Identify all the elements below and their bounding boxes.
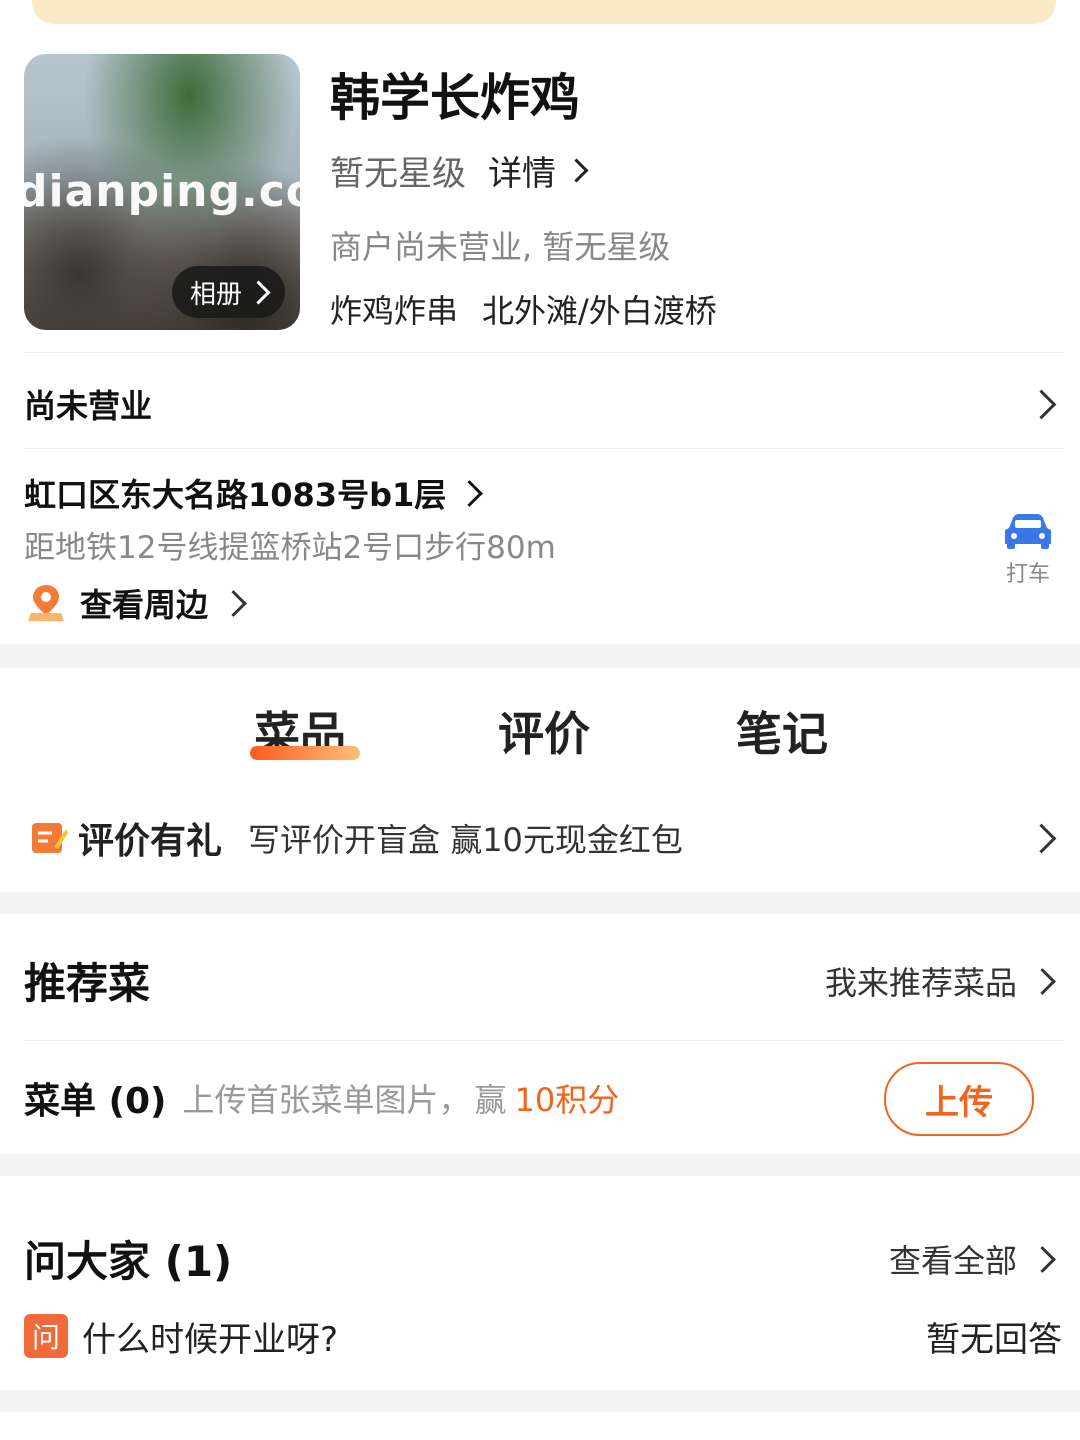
tab-reviews[interactable]: 评价 [498, 698, 590, 764]
hours-label: 尚未营业 [24, 387, 153, 425]
qa-title: 问大家 (1) [24, 1237, 233, 1286]
rating-row: 暂无星级 详情 [330, 146, 589, 195]
promo-text: 写评价开盲盒 赢10元现金红包 [248, 821, 683, 859]
recommended-title: 推荐菜 [24, 959, 151, 1008]
nearby-link[interactable]: 查看周边 [28, 580, 247, 626]
divider [24, 352, 1064, 353]
nearby-label: 查看周边 [80, 586, 209, 624]
detail-label: 详情 [488, 154, 556, 194]
hours-row[interactable]: 尚未营业 [24, 360, 1064, 448]
category-tag[interactable]: 炸鸡炸串 [330, 286, 458, 332]
section-gap [0, 1390, 1080, 1412]
chevron-right-icon [564, 158, 589, 183]
divider [24, 1040, 1064, 1041]
tags-row: 炸鸡炸串 北外滩/外白渡桥 [330, 286, 717, 332]
address-link[interactable]: 虹口区东大名路1083号b1层 [24, 470, 484, 516]
taxi-button[interactable]: 打车 [998, 512, 1058, 588]
chevron-right-icon [456, 479, 484, 507]
address-distance: 距地铁12号线提篮桥站2号口步行80m [24, 530, 556, 566]
photo-watermark: dianping.com [24, 166, 300, 217]
divider [24, 448, 1064, 449]
qa-view-all-link[interactable]: 查看全部 [889, 1236, 1058, 1282]
rating-text: 暂无星级 [330, 154, 466, 194]
section-gap [0, 644, 1080, 668]
address-main: 虹口区东大名路1083号b1层 [24, 476, 447, 514]
top-banner [32, 0, 1056, 24]
location-pin-icon [28, 585, 64, 621]
menu-hint: 上传首张菜单图片， [182, 1081, 471, 1119]
status-line: 商户尚未营业, 暂无星级 [330, 228, 671, 266]
detail-link[interactable]: 详情 [488, 146, 589, 195]
area-tag[interactable]: 北外滩/外白渡桥 [482, 286, 717, 332]
chevron-right-icon [1029, 1245, 1056, 1273]
chevron-right-icon [246, 279, 271, 305]
menu-row: 菜单 (0) 上传首张菜单图片， 赢 10积分 上传 [24, 1062, 1034, 1136]
review-gift-icon [32, 823, 68, 853]
chevron-right-icon [220, 589, 247, 617]
taxi-label: 打车 [1005, 562, 1050, 587]
tab-bar: 菜品 评价 笔记 [0, 668, 1080, 788]
car-icon [1005, 514, 1051, 549]
chevron-right-icon [1026, 389, 1057, 419]
qa-item[interactable]: 问 什么时候开业呀? 暂无回答 [24, 1310, 1062, 1362]
shop-photo[interactable]: dianping.com 相册 [24, 54, 300, 330]
section-gap [0, 1154, 1080, 1176]
tab-notes[interactable]: 笔记 [736, 698, 828, 764]
album-button[interactable]: 相册 [172, 266, 286, 318]
chevron-right-icon [1029, 967, 1056, 995]
question-badge: 问 [24, 1314, 68, 1358]
recommend-dish-link[interactable]: 我来推荐菜品 [825, 958, 1058, 1004]
album-label: 相册 [190, 279, 243, 310]
chevron-right-icon [1026, 823, 1057, 853]
qa-view-all-label: 查看全部 [888, 1242, 1017, 1280]
menu-reward-prefix: 赢 [474, 1081, 507, 1119]
review-promo[interactable]: 评价有礼 写评价开盲盒 赢10元现金红包 [30, 808, 1064, 868]
recommend-dish-label: 我来推荐菜品 [824, 964, 1017, 1002]
section-gap [0, 892, 1080, 914]
shop-name: 韩学长炸鸡 [330, 69, 580, 127]
menu-label: 菜单 (0) [24, 1081, 167, 1122]
menu-reward-points: 10积分 [514, 1081, 620, 1119]
upload-button[interactable]: 上传 [884, 1062, 1034, 1136]
promo-title: 评价有礼 [78, 821, 223, 862]
qa-answer: 暂无回答 [926, 1319, 1062, 1360]
qa-question: 什么时候开业呀? [82, 1319, 339, 1360]
active-tab-indicator [250, 746, 360, 760]
